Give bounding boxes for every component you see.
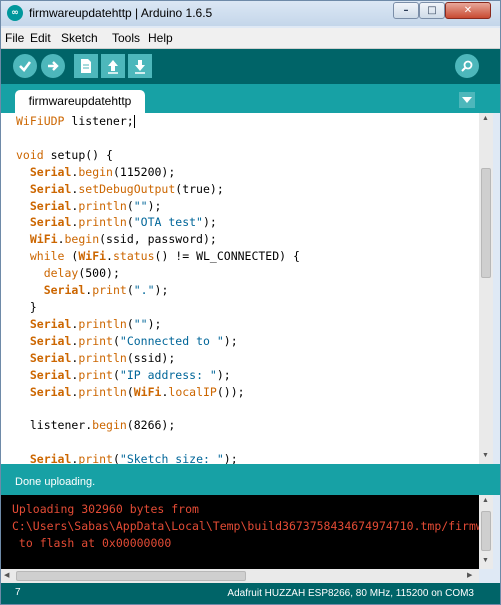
console-line: Uploading 302960 bytes from xyxy=(12,502,199,516)
console-output[interactable]: Uploading 302960 bytes from C:\Users\Sab… xyxy=(1,495,479,569)
scroll-left-icon[interactable]: ◀ xyxy=(4,571,9,579)
checkmark-icon xyxy=(19,61,32,72)
code-line: Serial.println(ssid); xyxy=(29,350,176,365)
menu-bar: File Edit Sketch Tools Help xyxy=(1,28,500,49)
line-number: 7 xyxy=(15,587,21,598)
save-button[interactable] xyxy=(128,54,152,78)
scroll-down-icon[interactable]: ▼ xyxy=(482,452,489,459)
new-file-icon xyxy=(81,59,91,73)
bottom-status-bar: 7 Adafruit HUZZAH ESP8266, 80 MHz, 11520… xyxy=(1,583,500,604)
arrow-right-icon xyxy=(48,61,59,71)
serial-monitor-button[interactable] xyxy=(455,54,479,78)
menu-help[interactable]: Help xyxy=(148,31,173,45)
console-horizontal-scrollbar[interactable]: ◀ ▶ xyxy=(1,569,479,583)
code-line: Serial.print("Sketch size: "); xyxy=(29,452,238,464)
code-line: Serial.print("Connected to "); xyxy=(29,333,238,348)
menu-tools[interactable]: Tools xyxy=(112,31,140,45)
new-button[interactable] xyxy=(74,54,98,78)
text-cursor xyxy=(133,115,135,128)
code-line: delay(500); xyxy=(43,266,120,281)
app-window: ∞ firmwareupdatehttp | Arduino 1.6.5 – □… xyxy=(0,0,501,605)
status-message: Done uploading. xyxy=(15,476,96,488)
upload-button[interactable] xyxy=(41,54,65,78)
verify-button[interactable] xyxy=(13,54,37,78)
code-line: WiFi.begin(ssid, password); xyxy=(29,232,217,247)
console-line: C:\Users\Sabas\AppData\Local\Temp\build3… xyxy=(12,519,479,533)
code-line: Serial.setDebugOutput(true); xyxy=(29,181,224,196)
code-line: Serial.println(""); xyxy=(29,198,162,213)
toolbar xyxy=(1,49,500,84)
scroll-down-icon[interactable]: ▼ xyxy=(482,557,489,564)
console-line: to flash at 0x00000000 xyxy=(12,536,172,550)
menu-file[interactable]: File xyxy=(5,31,24,45)
maximize-button[interactable]: □ xyxy=(419,2,445,19)
code-line: } xyxy=(16,299,37,314)
scroll-up-icon[interactable]: ▲ xyxy=(482,497,489,504)
code-line: Serial.print("IP address: "); xyxy=(29,367,231,382)
arrow-down-icon xyxy=(135,60,145,74)
menu-edit[interactable]: Edit xyxy=(30,31,51,45)
chevron-down-icon xyxy=(462,97,472,103)
status-bar: Done uploading. xyxy=(1,464,500,495)
code-line: Serial.println(WiFi.localIP()); xyxy=(29,384,245,399)
tab-firmwareupdatehttp[interactable]: firmwareupdatehttp xyxy=(15,90,145,113)
code-line: WiFiUDP listener; xyxy=(16,114,134,128)
code-line: Serial.println(""); xyxy=(29,316,162,331)
console-text: Uploading 302960 bytes from C:\Users\Sab… xyxy=(12,501,479,552)
code-line: while (WiFi.status() != WL_CONNECTED) { xyxy=(29,249,300,264)
code-line: Serial.print("."); xyxy=(43,283,169,298)
magnifier-icon xyxy=(461,60,473,72)
code-text[interactable]: WiFiUDP listener; void setup() { Serial.… xyxy=(16,113,300,464)
window-title: firmwareupdatehttp | Arduino 1.6.5 xyxy=(29,6,213,20)
code-line: void setup() { xyxy=(16,147,113,162)
arrow-up-icon xyxy=(108,60,118,74)
code-line: Serial.begin(115200); xyxy=(29,164,176,179)
code-editor[interactable]: WiFiUDP listener; void setup() { Serial.… xyxy=(1,113,479,464)
arduino-logo-icon: ∞ xyxy=(7,5,23,21)
scroll-right-icon[interactable]: ▶ xyxy=(467,571,472,579)
scroll-thumb[interactable] xyxy=(481,168,491,278)
code-line: Serial.println("OTA test"); xyxy=(29,215,217,230)
scroll-thumb[interactable] xyxy=(16,571,246,581)
console-vertical-scrollbar[interactable]: ▲ ▼ xyxy=(479,495,493,569)
scroll-thumb[interactable] xyxy=(481,511,491,551)
editor-vertical-scrollbar[interactable]: ▲ ▼ xyxy=(479,113,493,464)
title-bar[interactable]: ∞ firmwareupdatehttp | Arduino 1.6.5 – □… xyxy=(1,1,500,26)
code-line: listener.begin(8266); xyxy=(16,418,176,433)
tab-menu-button[interactable] xyxy=(459,92,475,108)
close-button[interactable]: ✕ xyxy=(445,2,491,19)
scroll-up-icon[interactable]: ▲ xyxy=(482,115,489,122)
board-info: Adafruit HUZZAH ESP8266, 80 MHz, 115200 … xyxy=(227,588,474,599)
menu-sketch[interactable]: Sketch xyxy=(61,31,98,45)
tab-bar: firmwareupdatehttp xyxy=(1,84,500,113)
open-button[interactable] xyxy=(101,54,125,78)
minimize-button[interactable]: – xyxy=(393,2,419,19)
